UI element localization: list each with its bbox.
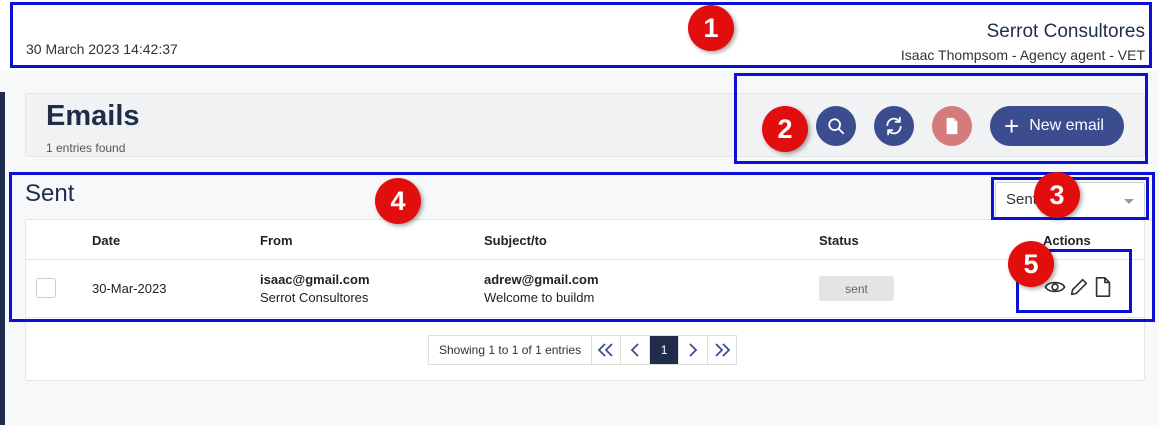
page-title: Emails bbox=[46, 100, 140, 132]
previous-page-button[interactable] bbox=[621, 335, 651, 365]
pagination: Showing 1 to 1 of 1 entries 1 bbox=[428, 335, 738, 365]
double-chevron-right-icon bbox=[715, 343, 731, 357]
last-page-button[interactable] bbox=[708, 335, 738, 365]
annotation-badge-1: 1 bbox=[688, 5, 734, 51]
first-page-button[interactable] bbox=[592, 335, 622, 365]
annotation-badge-3: 3 bbox=[1034, 172, 1080, 218]
annotation-box-content bbox=[9, 172, 1155, 322]
page-button-current[interactable]: 1 bbox=[650, 335, 680, 365]
pagination-info: Showing 1 to 1 of 1 entries bbox=[428, 335, 593, 365]
next-page-button[interactable] bbox=[679, 335, 709, 365]
annotation-box-header bbox=[10, 2, 1152, 68]
annotation-badge-4: 4 bbox=[375, 178, 421, 224]
chevron-right-icon bbox=[689, 343, 698, 357]
annotation-badge-2: 2 bbox=[762, 106, 808, 152]
double-chevron-left-icon bbox=[597, 343, 613, 357]
sidebar-edge bbox=[0, 92, 5, 425]
annotation-badge-5: 5 bbox=[1008, 241, 1054, 287]
entries-count: 1 entries found bbox=[46, 141, 126, 155]
chevron-left-icon bbox=[630, 343, 639, 357]
